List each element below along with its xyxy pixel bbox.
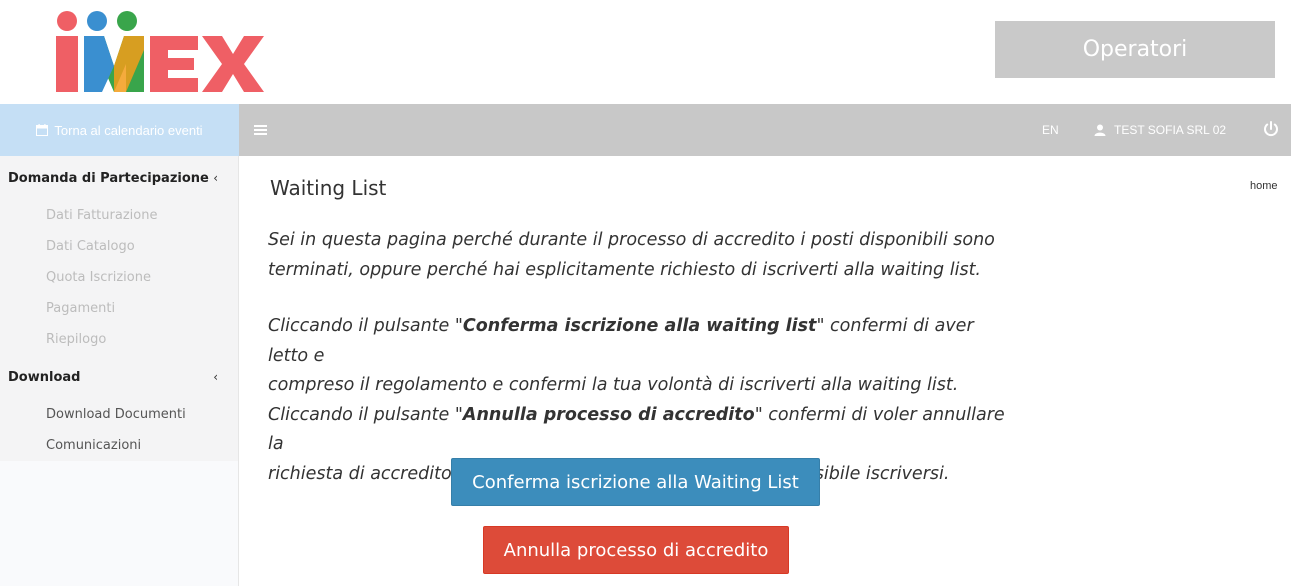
page-title: Waiting List (270, 176, 387, 200)
sidebar-section-domanda: Domanda di Partecipazione ‹ Dati Fattura… (0, 156, 238, 461)
instructions-line-1: Cliccando il pulsante "Conferma iscrizio… (268, 316, 974, 366)
sidebar-item-riepilogo[interactable]: Riepilogo (0, 324, 238, 355)
user-icon (1094, 124, 1106, 136)
intro-paragraph: Sei in questa pagina perché durante il p… (268, 226, 1008, 285)
sidebar-header-domanda[interactable]: Domanda di Partecipazione ‹ (0, 156, 238, 200)
back-to-calendar-label: Torna al calendario eventi (54, 122, 203, 138)
instructions-line-3: Cliccando il pulsante "Annulla processo … (268, 404, 1005, 455)
top-navbar: Torna al calendario eventi EN TEST SOFIA… (0, 104, 1291, 156)
sidebar-item-comunicazioni[interactable]: Comunicazioni (0, 430, 238, 461)
sidebar-header-label: Download (8, 369, 81, 385)
intro-line-2: terminati, oppure perché hai esplicitame… (268, 259, 981, 280)
calendar-icon (36, 124, 49, 136)
sidebar-header-label: Domanda di Partecipazione (8, 170, 209, 186)
intro-line-1: Sei in questa pagina perché durante il p… (268, 230, 995, 250)
chevron-left-icon: ‹ (213, 171, 218, 185)
cancel-accreditation-button[interactable]: Annulla processo di accredito (483, 526, 789, 574)
imex-logo[interactable] (52, 10, 264, 94)
user-name: TEST SOFIA SRL 02 (1114, 123, 1227, 137)
language-switch[interactable]: EN (1042, 104, 1059, 156)
menu-toggle-icon[interactable] (254, 121, 267, 139)
confirm-reference: Conferma iscrizione alla waiting list (462, 316, 817, 336)
power-icon[interactable] (1262, 120, 1280, 138)
chevron-left-icon: ‹ (213, 370, 218, 384)
sidebar-item-quota-iscrizione[interactable]: Quota Iscrizione (0, 262, 238, 293)
header: Operatori (0, 0, 1291, 104)
sidebar-header-download[interactable]: Download ‹ (0, 355, 238, 399)
sidebar-item-pagamenti[interactable]: Pagamenti (0, 293, 238, 324)
breadcrumb-home[interactable]: home (1250, 180, 1278, 192)
back-to-calendar-link[interactable]: Torna al calendario eventi (0, 104, 239, 156)
confirm-waiting-list-button[interactable]: Conferma iscrizione alla Waiting List (451, 458, 820, 506)
sidebar-item-dati-catalogo[interactable]: Dati Catalogo (0, 231, 238, 262)
sidebar-item-download-documenti[interactable]: Download Documenti (0, 399, 238, 430)
operatori-button[interactable]: Operatori (995, 21, 1275, 78)
cancel-reference: Annulla processo di accredito (462, 404, 755, 425)
sidebar: Domanda di Partecipazione ‹ Dati Fattura… (0, 156, 239, 586)
sidebar-item-dati-fatturazione[interactable]: Dati Fatturazione (0, 200, 238, 231)
instructions-line-2: compreso il regolamento e confermi la tu… (268, 375, 959, 395)
user-menu[interactable]: TEST SOFIA SRL 02 (1094, 104, 1226, 156)
